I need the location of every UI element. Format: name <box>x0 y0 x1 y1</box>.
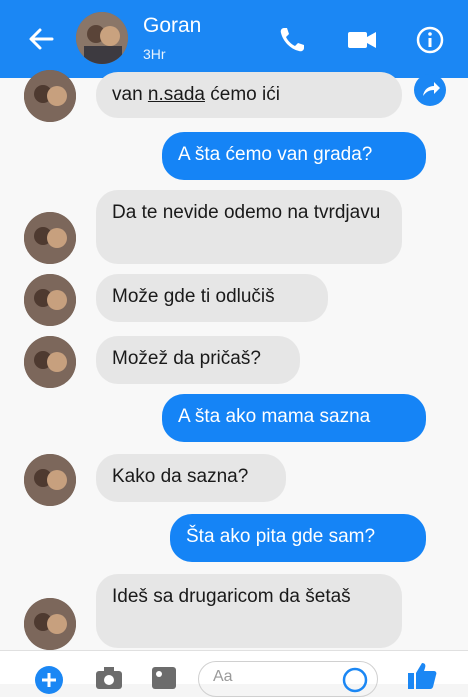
incoming-message[interactable]: Da te nevide odemo na tvrdjavu <box>96 190 402 264</box>
incoming-message[interactable]: Može gde ti odlučiš <box>96 274 328 322</box>
outgoing-message[interactable]: Šta ako pita gde sam? <box>170 514 426 562</box>
phone-icon[interactable] <box>276 24 308 56</box>
incoming-message[interactable]: van n.sada ćemo ići <box>96 72 402 118</box>
thumbs-up-icon[interactable] <box>404 659 438 689</box>
sender-avatar <box>24 454 76 506</box>
image-icon[interactable] <box>150 665 178 691</box>
chat-header: Goran 3Hr <box>0 0 468 78</box>
camera-icon[interactable] <box>94 665 124 691</box>
sender-avatar <box>24 70 76 122</box>
incoming-message[interactable]: Ideš sa drugaricom da šetaš <box>96 574 402 648</box>
active-status: 3Hr <box>143 46 166 62</box>
add-icon[interactable] <box>34 665 64 695</box>
sender-avatar <box>24 274 76 326</box>
outgoing-message[interactable]: A šta ako mama sazna <box>162 394 426 442</box>
message-list[interactable]: van n.sada ćemo ići A šta ćemo van grada… <box>0 70 468 650</box>
back-arrow-icon[interactable] <box>26 24 56 54</box>
sender-avatar <box>24 212 76 264</box>
contact-avatar[interactable] <box>76 12 128 64</box>
emoji-icon[interactable] <box>342 667 368 693</box>
outgoing-message[interactable]: A šta ćemo van grada? <box>162 132 426 180</box>
share-icon[interactable] <box>414 74 446 106</box>
message-composer: Aa <box>0 650 468 697</box>
incoming-message[interactable]: Možež da pričaš? <box>96 336 300 384</box>
info-icon[interactable] <box>414 24 446 56</box>
sender-avatar <box>24 336 76 388</box>
contact-name[interactable]: Goran <box>143 14 201 38</box>
incoming-message[interactable]: Kako da sazna? <box>96 454 286 502</box>
video-camera-icon[interactable] <box>346 24 378 56</box>
sender-avatar <box>24 598 76 650</box>
